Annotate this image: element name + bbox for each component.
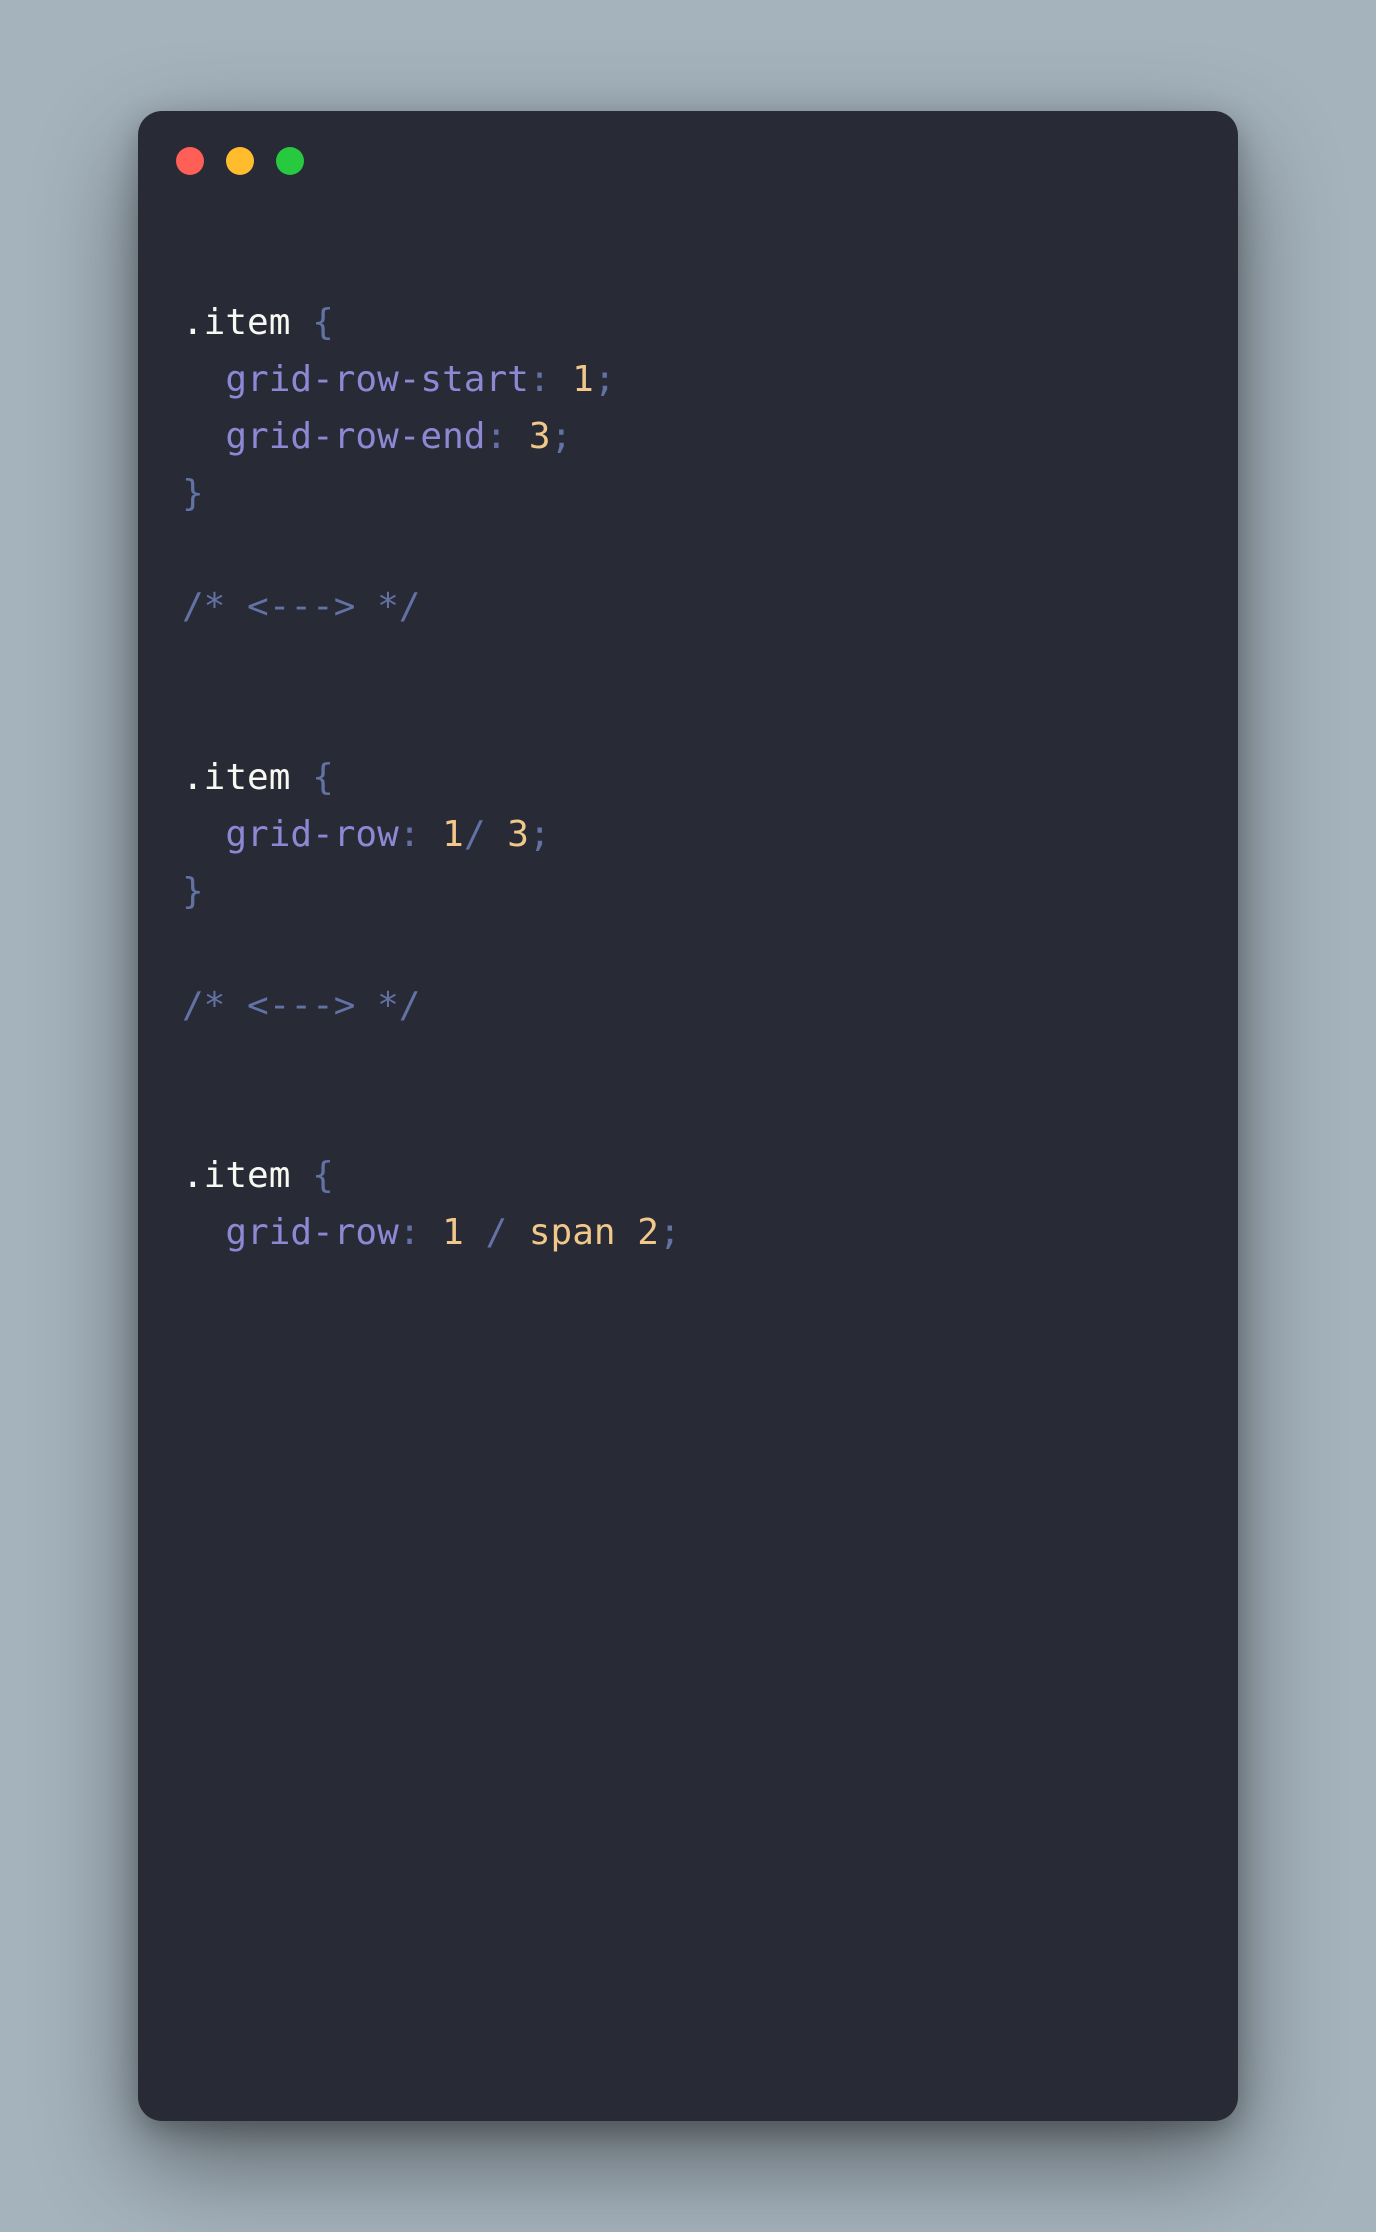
code-token: : [399,1212,421,1253]
code-token: ; [551,416,573,457]
code-token: ; [659,1212,681,1253]
code-token: 1 [572,359,594,400]
titlebar [138,111,1238,175]
code-token: .item [182,302,290,343]
code-token: grid-row-end [225,416,485,457]
code-token: .item [182,1155,290,1196]
code-token: { [312,302,334,343]
code-token: grid-row [225,1212,398,1253]
code-token: ; [594,359,616,400]
code-token: : [529,359,551,400]
code-token: 2 [637,1212,659,1253]
code-token: /* <---> */ [182,586,420,627]
code-token: grid-row-start [225,359,528,400]
code-window: .item { grid-row-start: 1; grid-row-end:… [138,111,1238,2121]
code-token: } [182,871,204,912]
code-token: 1 [442,814,464,855]
code-token: 3 [507,814,529,855]
code-token: : [399,814,421,855]
close-icon[interactable] [176,147,204,175]
maximize-icon[interactable] [276,147,304,175]
code-token: 3 [529,416,551,457]
code-token: : [485,416,507,457]
code-editor[interactable]: .item { grid-row-start: 1; grid-row-end:… [138,175,1238,1302]
code-token: span [529,1212,616,1253]
code-token: } [182,473,204,514]
code-token: ; [529,814,551,855]
code-token: / [464,814,486,855]
code-token: /* <---> */ [182,985,420,1026]
code-token: / [486,1212,508,1253]
code-token: { [312,1155,334,1196]
code-token: { [312,757,334,798]
code-token: 1 [442,1212,464,1253]
code-token: grid-row [225,814,398,855]
minimize-icon[interactable] [226,147,254,175]
code-token: .item [182,757,290,798]
